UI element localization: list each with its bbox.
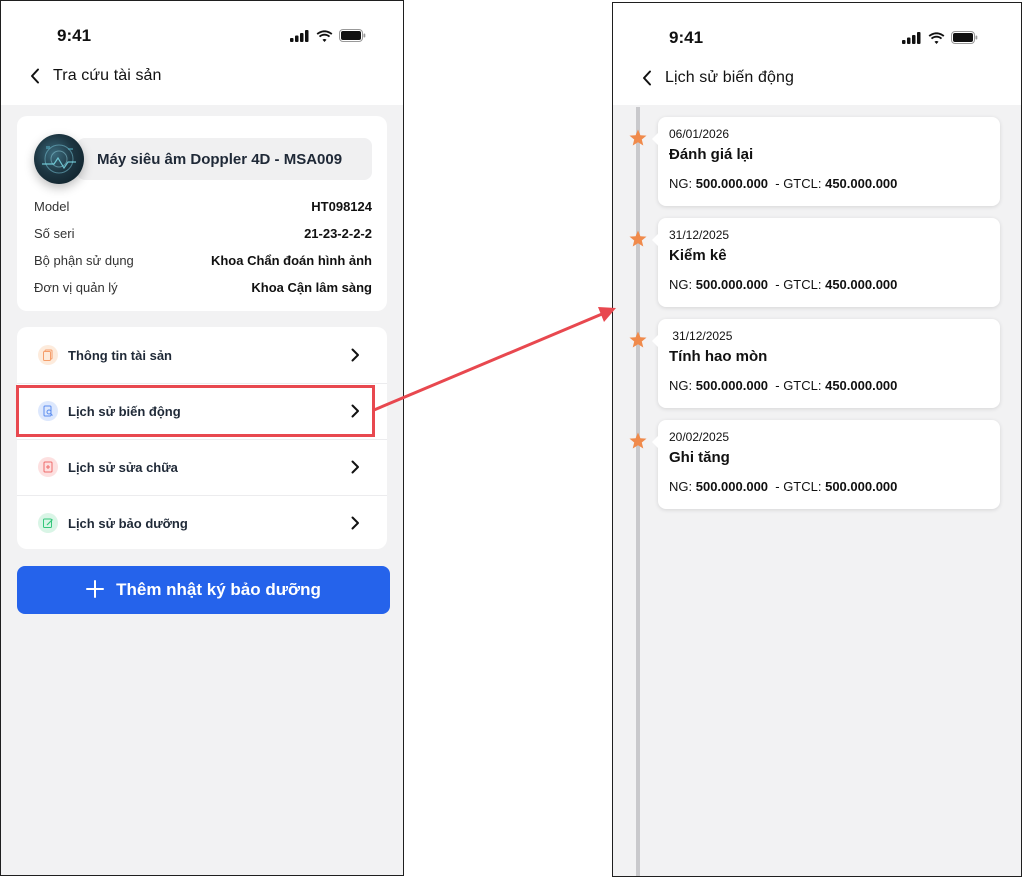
event-title: Ghi tăng [669,449,730,466]
status-icons [902,31,978,44]
back-arrow-icon[interactable] [23,64,47,88]
button-label: Thêm nhật ký bảo dưỡng [116,580,321,599]
ng-label: NG: [669,378,696,393]
event-title: Đánh giá lại [669,146,754,163]
battery-icon [951,31,978,44]
info-row-model: Model HT098124 [34,196,372,216]
ng-label: NG: [669,479,696,494]
event-values: NG: 500.000.000 - GTCL: 450.000.000 [669,277,897,292]
menu-item-maintenance-history[interactable]: Lịch sử bảo dưỡng [17,495,387,551]
status-bar: 9:41 [1,1,403,61]
edit-check-icon [38,513,58,533]
timeline-event-card[interactable]: 20/02/2025 Ghi tăng NG: 500.000.000 - GT… [652,420,1000,509]
gtcl-label: - GTCL: [768,378,826,393]
menu-item-repair-history[interactable]: Lịch sử sửa chữa [17,439,387,495]
ng-label: NG: [669,176,696,191]
menu-item-label: Lịch sử sửa chữa [68,459,178,475]
back-arrow-icon[interactable] [635,66,659,90]
cellular-signal-icon [902,31,921,44]
phone-screen-asset-lookup: 9:41 Tra cứu tài sản Máy siêu âm Doppler… [0,0,404,876]
info-label: Model [34,198,70,214]
chevron-right-icon [349,514,361,532]
header: Lịch sử biến động [613,56,1021,100]
page-title: Tra cứu tài sản [53,67,162,84]
gtcl-value: 450.000.000 [825,176,898,191]
asset-avatar [34,134,84,184]
wifi-icon [928,31,945,44]
wifi-icon [316,29,333,42]
star-icon [629,129,647,146]
timeline-event-card[interactable]: 31/12/2025 Kiểm kê NG: 500.000.000 - GTC… [652,218,1000,307]
ng-value: 500.000.000 [695,176,769,191]
header: Tra cứu tài sản [1,54,403,98]
ng-label: NG: [669,277,696,292]
info-row-managing-unit: Đơn vị quản lý Khoa Cận lâm sàng [34,277,372,297]
add-maintenance-log-button[interactable]: Thêm nhật ký bảo dưỡng [17,566,390,614]
info-label: Số seri [34,225,75,241]
timeline-event-card[interactable]: 06/01/2026 Đánh giá lại NG: 500.000.000 … [652,117,1000,206]
chevron-right-icon [349,346,361,364]
asset-summary-card: Máy siêu âm Doppler 4D - MSA009 Model HT… [17,116,387,311]
gtcl-label: - GTCL: [768,277,826,292]
status-icons [290,29,366,42]
gtcl-value: 450.000.000 [825,378,898,393]
star-icon [629,230,647,247]
event-date: 20/02/2025 [669,430,730,444]
plus-icon [86,576,105,602]
battery-icon [339,29,366,42]
gtcl-value: 450.000.000 [825,277,898,292]
timeline-line [636,107,640,876]
menu-item-asset-info[interactable]: Thông tin tài sản [17,327,387,383]
info-label: Đơn vị quản lý [34,279,118,295]
event-date: 31/12/2025 [669,329,733,343]
event-date: 31/12/2025 [669,228,730,242]
ng-value: 500.000.000 [695,479,769,494]
highlight-annotation-box [16,385,375,437]
info-value: 21-23-2-2-2 [304,225,372,241]
info-label: Bộ phận sử dụng [34,252,134,268]
gtcl-value: 500.000.000 [825,479,898,494]
documents-icon [38,345,58,365]
event-title: Tính hao mòn [669,348,768,365]
cellular-signal-icon [290,29,309,42]
page-title: Lịch sử biến động [665,69,794,86]
info-row-department: Bộ phận sử dụng Khoa Chẩn đoán hình ảnh [34,250,372,270]
asset-name: Máy siêu âm Doppler 4D - MSA009 [77,138,372,180]
chevron-right-icon [349,458,361,476]
ng-value: 500.000.000 [695,277,769,292]
star-icon [629,432,647,449]
menu-item-label: Thông tin tài sản [68,347,172,363]
info-value: HT098124 [311,198,372,214]
gtcl-label: - GTCL: [768,479,826,494]
event-date: 06/01/2026 [669,127,730,141]
event-title: Kiểm kê [669,247,727,264]
info-value: Khoa Cận lâm sàng [251,279,372,295]
star-icon [629,331,647,348]
ng-value: 500.000.000 [695,378,769,393]
asset-menu: Thông tin tài sản Lịch sử biến động Lịch… [17,327,387,549]
info-value: Khoa Chẩn đoán hình ảnh [210,252,372,268]
event-values: NG: 500.000.000 - GTCL: 450.000.000 [669,176,897,191]
info-row-serial: Số seri 21-23-2-2-2 [34,223,372,243]
event-values: NG: 500.000.000 - GTCL: 500.000.000 [669,479,897,494]
phone-screen-change-history: 9:41 Lịch sử biến động 06/01/2026 Đánh g… [612,2,1022,877]
status-time: 9:41 [669,28,704,47]
gtcl-label: - GTCL: [768,176,826,191]
event-values: NG: 500.000.000 - GTCL: 450.000.000 [669,378,897,393]
menu-item-label: Lịch sử bảo dưỡng [68,515,188,531]
timeline-event-card[interactable]: 31/12/2025 Tính hao mòn NG: 500.000.000 … [652,319,1000,408]
status-bar: 9:41 [613,3,1021,63]
file-repair-icon [38,457,58,477]
status-time: 9:41 [57,26,92,45]
